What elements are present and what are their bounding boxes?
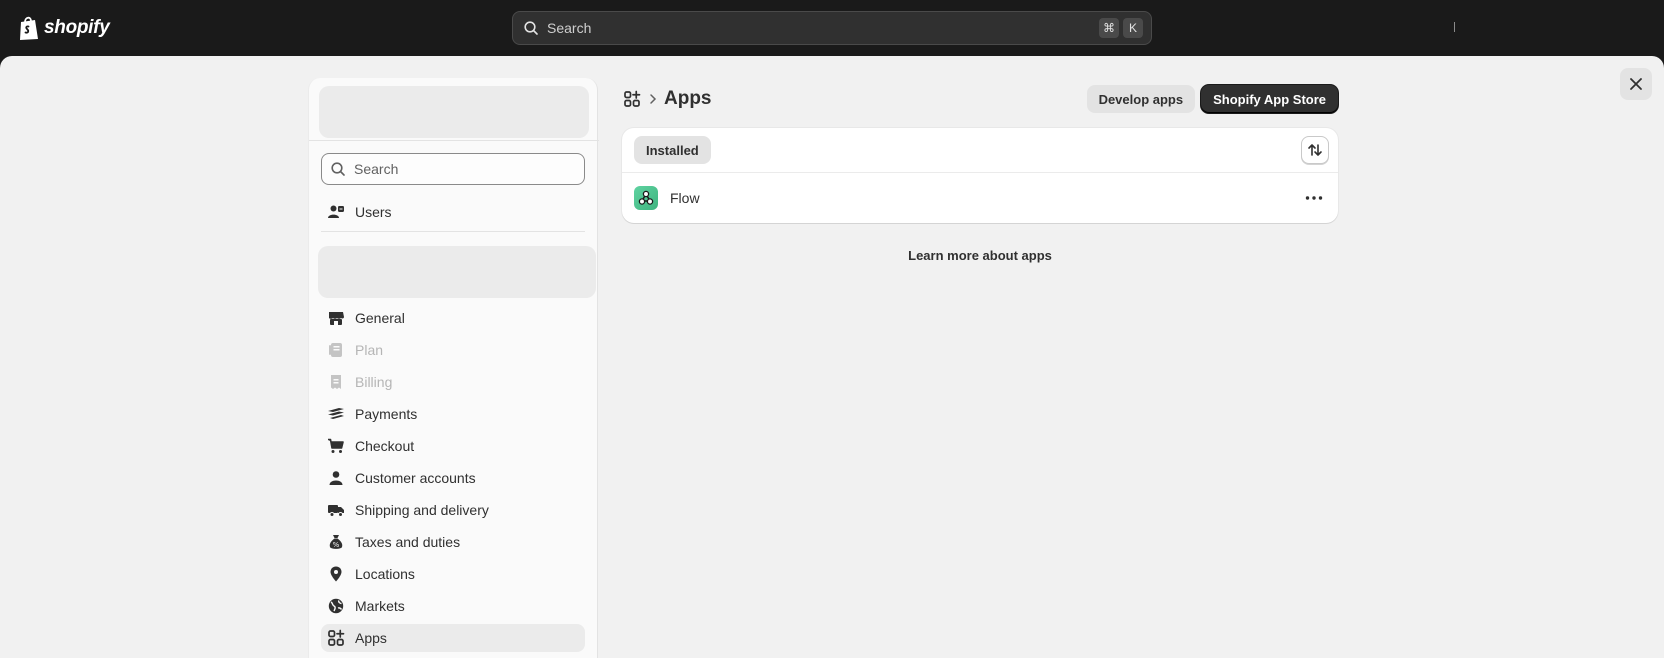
sidebar-item-label: Taxes and duties (355, 534, 461, 550)
global-search[interactable]: ⌘ K (512, 11, 1152, 45)
sidebar-item-shipping[interactable]: Shipping and delivery (321, 496, 585, 524)
sidebar-item-locations[interactable]: Locations (321, 560, 585, 588)
person-icon (327, 469, 345, 487)
sidebar-item-label: Billing (355, 374, 393, 390)
billing-icon (327, 373, 345, 391)
brand-wordmark: shopify (44, 17, 110, 38)
sidebar-item-users[interactable]: Users (321, 198, 585, 226)
store-header-placeholder (319, 86, 589, 138)
settings-sidebar: Users General Plan Billing (308, 78, 599, 658)
sidebar-item-label: Locations (355, 566, 415, 582)
sidebar-item-label: Markets (355, 598, 405, 614)
settings-search[interactable] (321, 153, 585, 185)
topbar-divider (1454, 22, 1455, 32)
sidebar-item-general[interactable]: General (321, 304, 585, 332)
sidebar-item-label: Users (355, 204, 392, 220)
shopify-logo[interactable]: shopify (18, 14, 110, 42)
sidebar-item-billing[interactable]: Billing (321, 368, 585, 396)
tab-installed[interactable]: Installed (634, 136, 711, 164)
more-actions-button[interactable] (1302, 186, 1326, 210)
shopify-bag-icon (20, 16, 38, 40)
sort-icon (1308, 144, 1322, 156)
chevron-right-icon (648, 92, 658, 106)
close-icon (1630, 78, 1642, 90)
users-icon (327, 203, 345, 221)
sidebar-item-plan[interactable]: Plan (321, 336, 585, 364)
search-icon (524, 21, 538, 35)
sidebar-item-label: Customer accounts (355, 470, 476, 486)
breadcrumb-apps-icon[interactable] (622, 89, 642, 109)
payments-icon (327, 405, 345, 423)
sidebar-divider (309, 140, 599, 141)
globe-icon (327, 597, 345, 615)
page-header: Apps Develop apps Shopify App Store (622, 82, 1338, 116)
store-details-placeholder (318, 246, 596, 298)
sidebar-item-label: Apps (355, 630, 387, 646)
filter-tabs: Installed (622, 128, 1338, 173)
sidebar-item-label: General (355, 310, 405, 326)
settings-search-input[interactable] (354, 161, 584, 177)
app-name: Flow (670, 190, 700, 206)
flow-app-icon (634, 186, 658, 210)
sidebar-item-apps[interactable]: Apps (321, 624, 585, 652)
location-icon (327, 565, 345, 583)
store-icon (327, 309, 345, 327)
shopify-app-store-button[interactable]: Shopify App Store (1201, 85, 1338, 113)
sidebar-item-label: Checkout (355, 438, 415, 454)
apps-icon (327, 629, 345, 647)
develop-apps-button[interactable]: Develop apps (1086, 85, 1196, 113)
sidebar-item-payments[interactable]: Payments (321, 400, 585, 428)
sidebar-item-markets[interactable]: Markets (321, 592, 585, 620)
sidebar-item-label: Payments (355, 406, 418, 422)
sidebar-divider (321, 231, 585, 232)
top-bar: shopify ⌘ K (0, 0, 1664, 56)
search-icon (331, 162, 345, 176)
sidebar-item-checkout[interactable]: Checkout (321, 432, 585, 460)
header-actions: Develop apps Shopify App Store (1086, 85, 1338, 113)
shortcut-key-k: K (1123, 18, 1143, 38)
learn-more-link[interactable]: Learn more about apps (622, 248, 1338, 263)
settings-modal: Users General Plan Billing (0, 56, 1664, 658)
sort-button[interactable] (1301, 136, 1329, 164)
page-title: Apps (664, 88, 712, 109)
cart-icon (327, 437, 345, 455)
shortcut-key-cmd: ⌘ (1099, 18, 1119, 38)
ellipsis-icon (1305, 196, 1323, 200)
installed-apps-card: Installed Flow (622, 128, 1338, 223)
sidebar-item-label: Plan (355, 342, 384, 358)
plan-icon (327, 341, 345, 359)
sidebar-item-customer-accounts[interactable]: Customer accounts (321, 464, 585, 492)
svg-text:%: % (333, 541, 340, 549)
close-button[interactable] (1620, 68, 1652, 100)
tax-icon: % (327, 533, 345, 551)
truck-icon (327, 501, 345, 519)
app-row-flow[interactable]: Flow (622, 174, 1338, 222)
sidebar-item-taxes[interactable]: % Taxes and duties (321, 528, 585, 556)
global-search-input[interactable] (547, 20, 1099, 36)
sidebar-item-label: Shipping and delivery (355, 502, 489, 518)
